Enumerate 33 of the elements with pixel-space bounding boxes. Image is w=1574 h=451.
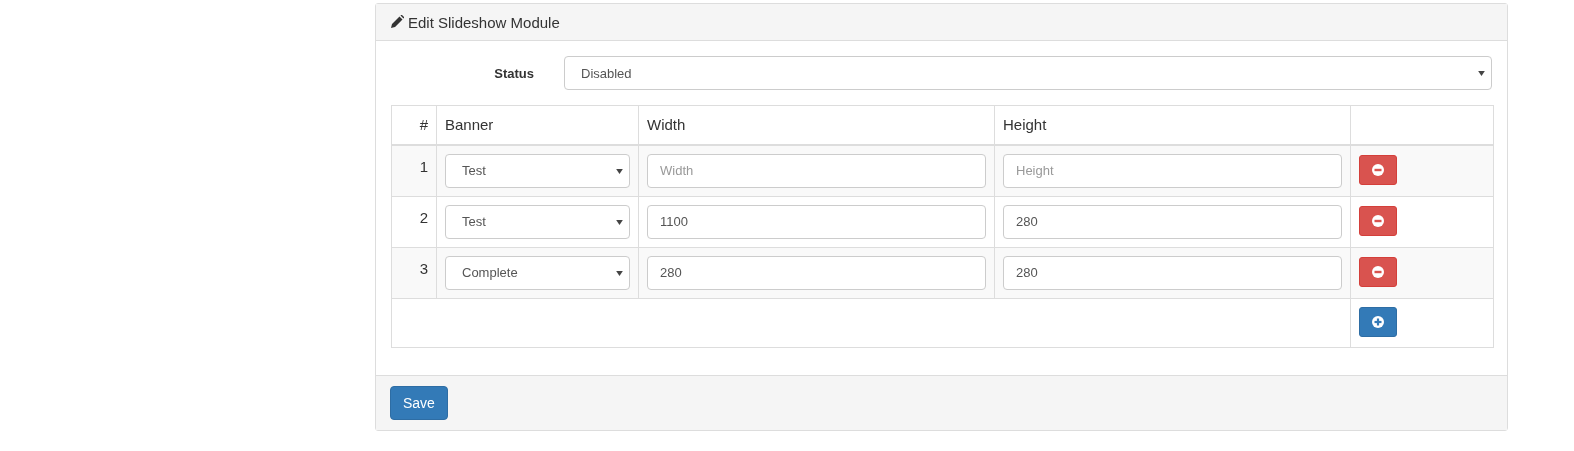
column-header: Banner <box>436 105 639 145</box>
column-header: Width <box>638 105 995 145</box>
column-header: # <box>391 105 437 145</box>
minus-circle-icon <box>1372 214 1384 227</box>
row-number: 1 <box>391 144 437 196</box>
remove-button[interactable] <box>1359 256 1397 287</box>
minus-circle-icon <box>1372 163 1384 176</box>
banner-select[interactable]: Test <box>445 153 630 188</box>
row-number: 3 <box>391 247 437 298</box>
caret-icon <box>616 219 623 225</box>
height-field[interactable]: 280 <box>1003 255 1342 290</box>
width-field[interactable]: Width <box>647 153 986 188</box>
height-field[interactable]: 280 <box>1003 204 1342 239</box>
banner-select[interactable]: Complete <box>445 255 630 290</box>
banner-select[interactable]: Test <box>445 204 630 239</box>
plus-circle-icon <box>1372 315 1384 328</box>
row-number: 2 <box>391 196 437 247</box>
width-field[interactable]: 1100 <box>647 204 986 239</box>
caret-icon <box>1478 71 1485 76</box>
save-button[interactable]: Save <box>390 386 448 420</box>
status-label: Status <box>493 65 535 81</box>
width-field[interactable]: 280 <box>647 255 986 290</box>
caret-icon <box>616 270 623 276</box>
add-button[interactable] <box>1359 306 1397 337</box>
height-field[interactable]: Height <box>1003 153 1342 188</box>
pencil-icon <box>390 15 404 29</box>
caret-icon <box>616 168 623 174</box>
minus-circle-icon <box>1372 265 1384 278</box>
remove-button[interactable] <box>1359 205 1397 236</box>
column-header: Height <box>994 105 1351 145</box>
panel-title: Edit Slideshow Module <box>408 13 560 31</box>
status-select[interactable]: Disabled <box>564 56 1492 90</box>
remove-button[interactable] <box>1359 154 1397 185</box>
